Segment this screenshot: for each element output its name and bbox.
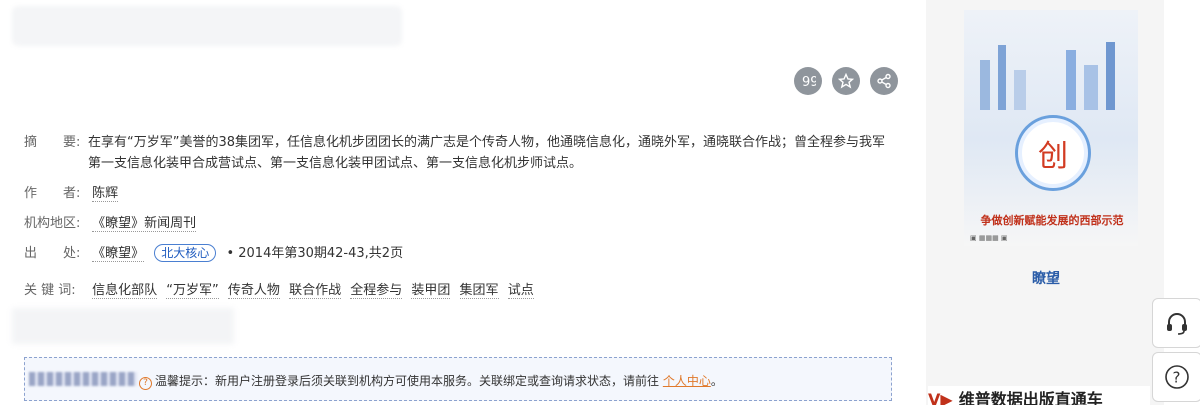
keyword-link[interactable]: “万岁军” <box>166 283 219 299</box>
cover-skyline-graphic <box>980 42 1115 110</box>
abstract-row: 摘 要: 在享有“万岁军”美誉的38集团军，任信息化机步团团长的满广志是个传奇人… <box>24 132 894 174</box>
svg-text:?: ? <box>1173 369 1181 387</box>
star-icon <box>838 73 854 89</box>
institution-link[interactable]: 《瞭望》新闻周刊 <box>92 216 197 232</box>
author-row: 作 者: 陈辉 <box>24 183 119 204</box>
keyword-link[interactable]: 试点 <box>507 283 534 299</box>
cover-slogan: 争做创新赋能发展的西部示范 <box>980 214 1124 227</box>
quote-icon: 99 <box>802 75 816 89</box>
article-actions: 99 <box>794 67 898 95</box>
keyword-link[interactable]: 联合作战 <box>289 283 342 299</box>
share-icon <box>877 73 891 89</box>
cover-character: 创 <box>1038 139 1068 174</box>
keyword-link[interactable]: 集团军 <box>459 283 499 299</box>
bottom-promo-banner[interactable]: V▶ 维普数据出版直通车 <box>928 386 1150 405</box>
journal-link[interactable]: 《瞭望》 <box>92 246 145 262</box>
issue-info: 2014年第30期42-43,共2页 <box>238 246 404 261</box>
keyword-link[interactable]: 传奇人物 <box>227 283 280 299</box>
keyword-link[interactable]: 信息化部队 <box>92 283 158 299</box>
author-link[interactable]: 陈辉 <box>92 186 119 202</box>
notice-banner: ? 温馨提示：新用户注册登录后须关联到机构方可使用本服务。关联绑定或查询请求状态，… <box>24 357 892 401</box>
share-button[interactable] <box>870 67 898 95</box>
notice-text: 温馨提示：新用户注册登录后须关联到机构方可使用本服务。关联绑定或查询请求状态，请… <box>155 374 660 388</box>
blurred-content <box>12 308 234 344</box>
personal-center-link[interactable]: 个人中心 <box>663 374 711 388</box>
notice-end: 。 <box>710 374 723 388</box>
help-button[interactable]: ? <box>1152 352 1200 402</box>
notice-message: ? 温馨提示：新用户注册登录后须关联到机构方可使用本服务。关联绑定或查询请求状态，… <box>139 372 723 390</box>
keyword-link[interactable]: 全程参与 <box>350 283 403 299</box>
institution-row: 机构地区: 《瞭望》新闻周刊 <box>24 213 197 234</box>
journal-cover[interactable]: 创 争做创新赋能发展的西部示范 ▣ ▦▦▦ ▣ <box>964 10 1138 246</box>
author-label: 作 者: <box>24 186 81 201</box>
banner-text: 维普数据出版直通车 <box>958 390 1103 405</box>
favorite-button[interactable] <box>832 67 860 95</box>
question-icon: ? <box>139 377 152 390</box>
sidebar: 创 争做创新赋能发展的西部示范 ▣ ▦▦▦ ▣ 瞭望 <box>926 0 1164 405</box>
help-icon: ? <box>1165 365 1189 389</box>
journal-logo[interactable]: 瞭望 <box>1032 268 1060 288</box>
keyword-link[interactable]: 装甲团 <box>411 283 451 299</box>
blurred-org-name <box>29 372 137 386</box>
core-journal-badge[interactable]: 北大核心 <box>154 244 217 262</box>
cover-footer: ▣ ▦▦▦ ▣ <box>970 234 1008 242</box>
customer-service-button[interactable] <box>1152 298 1200 348</box>
headset-icon <box>1167 313 1187 335</box>
institution-label: 机构地区: <box>24 216 81 231</box>
abstract-label: 摘 要: <box>24 135 81 150</box>
source-row: 出 处: 《瞭望》 北大核心 • 2014年第30期42-43,共2页 <box>24 243 403 264</box>
svg-text:99: 99 <box>802 75 816 89</box>
keywords-row: 关 键 词: 信息化部队 “万岁军” 传奇人物 联合作战 全程参与 装甲团 集团… <box>24 280 539 301</box>
abstract-text: 在享有“万岁军”美誉的38集团军，任信息化机步团团长的满广志是个传奇人物，他通晓… <box>88 135 886 171</box>
cover-emblem: 创 <box>1018 118 1088 188</box>
vip-logo-icon: V▶ <box>928 390 953 405</box>
source-separator: • <box>226 246 235 261</box>
keywords-label: 关 键 词: <box>24 283 76 298</box>
source-label: 出 处: <box>24 246 81 261</box>
cite-button[interactable]: 99 <box>794 67 822 95</box>
blurred-title <box>12 6 402 46</box>
